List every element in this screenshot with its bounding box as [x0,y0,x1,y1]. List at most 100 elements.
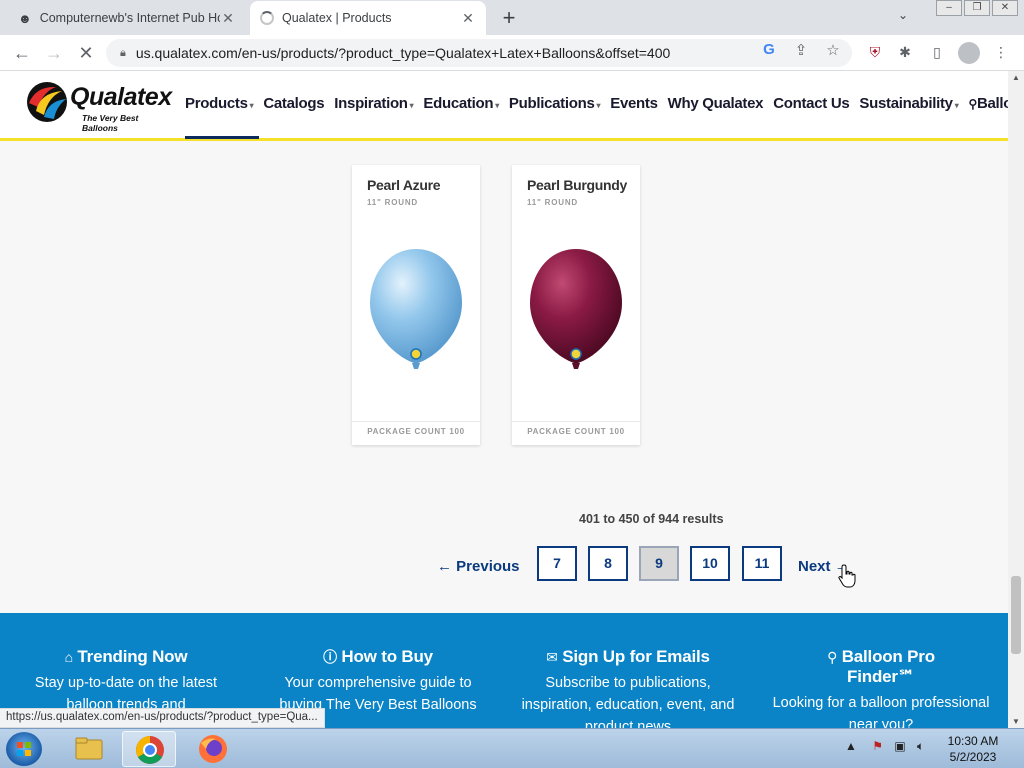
nav-item-contact-us[interactable]: Contact Us [773,95,849,112]
close-icon[interactable]: ✕ [460,10,476,27]
footer-title: Sign Up for Emails [562,647,710,666]
page-11-button[interactable]: 11 [742,546,782,581]
product-card-pearl-burgundy[interactable]: Pearl Burgundy 11" ROUND PACKAGE COUNT 1… [512,165,640,445]
share-icon[interactable]: ⇪ [790,41,812,59]
network-icon[interactable]: ▣ [894,739,905,753]
tab-search-chevron-icon[interactable]: ⌄ [898,8,908,22]
close-icon[interactable]: ✕ [220,10,236,27]
extensions-puzzle-icon[interactable]: ✱ [894,41,916,63]
window-controls: – ❐ ✕ [934,0,1018,16]
product-card-pearl-azure[interactable]: Pearl Azure 11" ROUND PACKAGE COUNT 100 [352,165,480,445]
product-size: 11" ROUND [367,198,419,207]
maximize-button[interactable]: ❐ [964,0,990,16]
page-7-button[interactable]: 7 [537,546,577,581]
page-10-button[interactable]: 10 [690,546,730,581]
nav-item-label: Events [610,95,658,112]
previous-page-link[interactable]: ← Previous [437,558,520,575]
nav-item-why-qualatex[interactable]: Why Qualatex [668,95,764,112]
footer-trending-now[interactable]: ⌂ Trending Now Stay up-to-date on the la… [16,647,236,716]
page-8-button[interactable]: 8 [588,546,628,581]
location-pin-icon: ⚲ [827,649,838,665]
dropdown-caret-icon: ▾ [249,101,254,110]
stop-loading-icon[interactable]: ✕ [74,41,98,65]
clock-time: 10:30 AM [947,734,999,748]
footer-balloon-pro-finder[interactable]: ⚲ Balloon Pro Finder℠ Looking for a ball… [771,647,991,728]
nav-item-inspiration[interactable]: Inspiration ▾ [334,95,413,112]
taskbar-file-explorer[interactable] [62,731,116,767]
site-header: Qualatex The Very Best Balloons Products… [0,71,1008,141]
loading-spinner-icon [260,11,274,25]
forward-arrow-icon[interactable]: → [42,41,66,65]
card-divider [512,421,640,422]
taskbar-clock[interactable]: 10:30 AM 5/2/2023 [944,733,1002,765]
footer-how-to-buy[interactable]: ⓘ How to Buy Your comprehensive guide to… [268,647,488,716]
scrollbar-thumb[interactable] [1011,576,1021,654]
card-divider [352,421,480,422]
main-nav: Products ▾ Catalogs Inspiration ▾ Education ▾ P… [185,95,1008,112]
action-center-flag-icon[interactable]: ⚑ [872,739,883,753]
nav-item-label: Products [185,95,248,112]
qualatex-logo-icon [27,82,67,122]
kebab-menu-icon[interactable]: ⋮ [990,41,1012,63]
system-tray: ▲ ⚑ ▣ 🔈︎ [845,739,924,754]
windows-taskbar: ▲ ⚑ ▣ 🔈︎ 10:30 AM 5/2/2023 [0,728,1024,768]
firefox-icon [199,735,227,763]
dropdown-caret-icon: ▾ [495,101,499,110]
results-count: 401 to 450 of 944 results [579,512,724,526]
dropdown-caret-icon: ▾ [409,101,414,110]
taskbar-chrome[interactable] [122,731,176,767]
side-panel-icon[interactable]: ▯ [926,41,948,63]
bookmark-star-icon[interactable]: ☆ [822,41,844,59]
scroll-down-arrow-icon[interactable]: ▼ [1008,717,1024,726]
location-pin-icon: ⚲ [968,97,977,111]
nav-item-catalogs[interactable]: Catalogs [263,95,324,112]
url-text: us.qualatex.com/en-us/products/?product_… [135,45,671,61]
browser-toolbar: ← → ✕ 🔒︎ us.qualatex.com/en-us/products/… [0,35,1024,71]
show-hidden-icons-chevron-icon[interactable]: ▲ [845,739,857,753]
nav-item-publications[interactable]: Publications ▾ [508,95,601,112]
page-9-button-current[interactable]: 9 [639,546,679,581]
package-count: PACKAGE COUNT 100 [527,427,625,436]
dropdown-caret-icon: ▾ [954,101,959,110]
new-tab-button[interactable]: + [498,5,520,31]
nav-item-label: Why Qualatex [667,95,764,112]
nav-item-label: Publications [508,95,595,112]
info-icon: ⓘ [323,649,337,665]
site-favicon-icon: ☻ [18,10,32,26]
start-button[interactable] [6,732,42,766]
tab-computernewb[interactable]: ☻ Computernewb's Internet Pub Ho ✕ [8,2,246,34]
profile-avatar-icon[interactable] [958,42,980,64]
lock-icon[interactable]: 🔒︎ [120,47,126,60]
address-bar[interactable]: 🔒︎ us.qualatex.com/en-us/products/?produ… [106,39,852,67]
footer-title: Balloon Pro Finder℠ [841,647,935,686]
logo-tagline: The Very Best Balloons [82,113,139,133]
page-viewport: Qualatex The Very Best Balloons Products… [0,71,1008,728]
package-count: PACKAGE COUNT 100 [367,427,465,436]
taskbar-firefox[interactable] [186,731,240,767]
qualatex-logo[interactable]: Qualatex The Very Best Balloons [26,81,172,133]
footer-sign-up-emails[interactable]: ✉ Sign Up for Emails Subscribe to public… [518,647,738,728]
nav-item-label: Sustainability [859,95,953,112]
back-arrow-icon[interactable]: ← [10,41,34,65]
nav-item-products[interactable]: Products ▾ [185,95,254,112]
active-nav-underline [185,136,259,139]
footer-description: Looking for a balloon professional near … [772,695,990,728]
close-window-button[interactable]: ✕ [992,0,1018,16]
nav-item-education[interactable]: Education ▾ [423,95,499,112]
page-scrollbar[interactable]: ▲ ▼ [1008,71,1024,728]
nav-item-events[interactable]: Events [610,95,658,112]
google-lens-icon[interactable]: G [758,41,780,58]
dropdown-caret-icon: ▾ [596,101,601,110]
volume-speaker-icon[interactable]: 🔈︎ [917,739,924,753]
nav-item-label: Inspiration [334,95,408,112]
balloon-image [530,249,622,369]
nav-item-sustainability[interactable]: Sustainability ▾ [859,95,958,112]
folder-icon [75,737,103,760]
tab-qualatex[interactable]: Qualatex | Products ✕ [250,1,486,35]
extension-shield-icon[interactable]: ⛨ [864,41,886,63]
nav-item-balloon-pro-fin[interactable]: ⚲Balloon Pro Fin [968,95,1008,112]
nav-item-label: Catalogs [263,95,325,112]
product-size: 11" ROUND [527,198,579,207]
minimize-button[interactable]: – [936,0,962,16]
scroll-up-arrow-icon[interactable]: ▲ [1008,73,1024,82]
